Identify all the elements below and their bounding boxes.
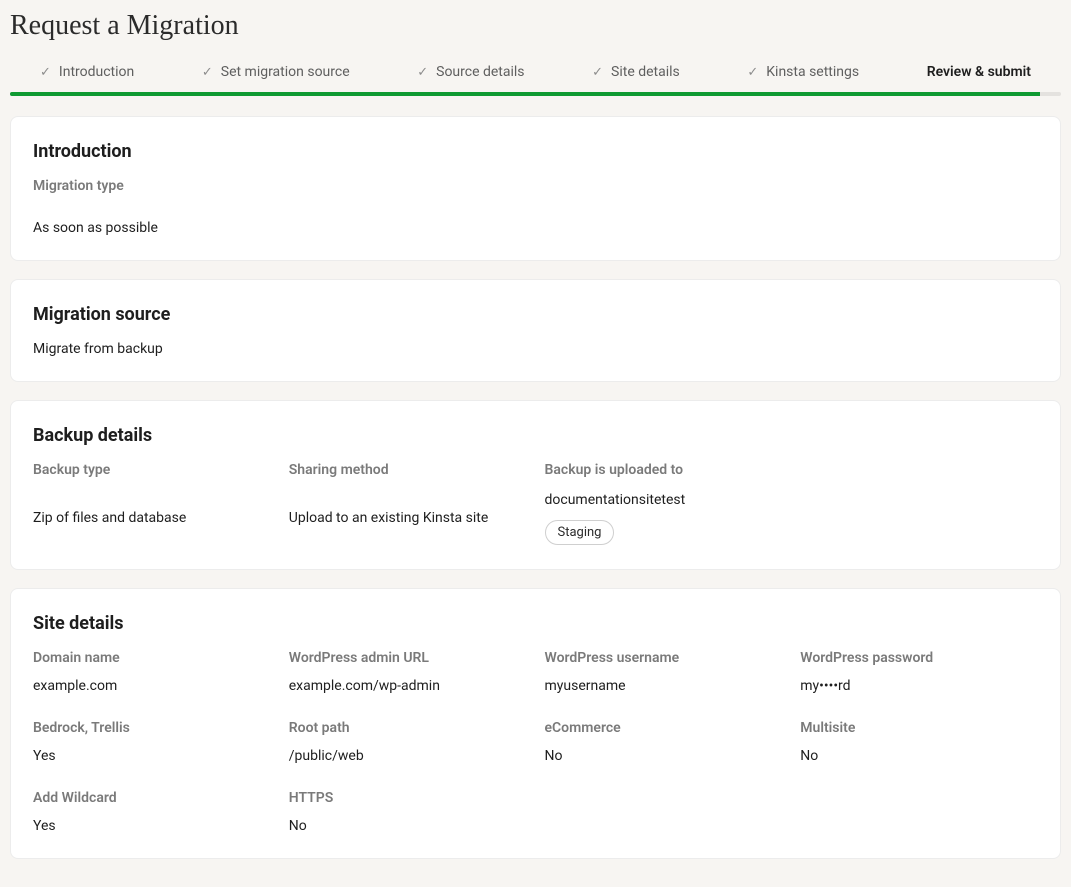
uploaded-to-label: Backup is uploaded to bbox=[545, 462, 783, 478]
step-label: Review & submit bbox=[927, 64, 1031, 80]
backup-type-value: Zip of files and database bbox=[33, 510, 271, 526]
card-site-details: Site details Domain name example.com Wor… bbox=[10, 588, 1061, 859]
wp-username-label: WordPress username bbox=[545, 650, 783, 666]
bedrock-value: Yes bbox=[33, 748, 271, 764]
card-heading: Backup details bbox=[33, 425, 1038, 446]
migration-type-value: As soon as possible bbox=[33, 220, 1038, 236]
progress-track bbox=[10, 92, 1061, 96]
sharing-method-label: Sharing method bbox=[289, 462, 527, 478]
progress-fill bbox=[10, 92, 1040, 96]
step-label: Set migration source bbox=[221, 64, 350, 80]
wildcard-label: Add Wildcard bbox=[33, 790, 271, 806]
sharing-method-value: Upload to an existing Kinsta site bbox=[289, 510, 527, 526]
card-heading: Site details bbox=[33, 613, 1038, 634]
ecommerce-label: eCommerce bbox=[545, 720, 783, 736]
wildcard-value: Yes bbox=[33, 818, 271, 834]
migration-source-value: Migrate from backup bbox=[33, 341, 1038, 357]
wp-password-label: WordPress password bbox=[800, 650, 1038, 666]
step-label: Introduction bbox=[59, 64, 134, 80]
page-title: Request a Migration bbox=[10, 10, 1061, 42]
uploaded-to-value: documentationsitetest bbox=[545, 492, 783, 508]
https-value: No bbox=[289, 818, 527, 834]
card-heading: Migration source bbox=[33, 304, 1038, 325]
ecommerce-value: No bbox=[545, 748, 783, 764]
card-introduction: Introduction Migration type As soon as p… bbox=[10, 116, 1061, 261]
https-label: HTTPS bbox=[289, 790, 527, 806]
admin-url-value: example.com/wp-admin bbox=[289, 678, 527, 694]
card-migration-source: Migration source Migrate from backup bbox=[10, 279, 1061, 382]
admin-url-label: WordPress admin URL bbox=[289, 650, 527, 666]
check-icon: ✓ bbox=[747, 65, 758, 80]
multisite-value: No bbox=[800, 748, 1038, 764]
backup-type-label: Backup type bbox=[33, 462, 271, 478]
root-path-value: /public/web bbox=[289, 748, 527, 764]
wp-username-value: myusername bbox=[545, 678, 783, 694]
domain-name-label: Domain name bbox=[33, 650, 271, 666]
step-site-details[interactable]: ✓ Site details bbox=[592, 64, 680, 80]
step-label: Source details bbox=[436, 64, 524, 80]
multisite-label: Multisite bbox=[800, 720, 1038, 736]
bedrock-label: Bedrock, Trellis bbox=[33, 720, 271, 736]
check-icon: ✓ bbox=[40, 65, 51, 80]
migration-type-label: Migration type bbox=[33, 178, 1038, 194]
environment-tag: Staging bbox=[545, 520, 615, 545]
step-source-details[interactable]: ✓ Source details bbox=[417, 64, 524, 80]
step-label: Site details bbox=[611, 64, 680, 80]
wp-password-value: my••••rd bbox=[800, 678, 1038, 694]
check-icon: ✓ bbox=[417, 65, 428, 80]
step-set-migration-source[interactable]: ✓ Set migration source bbox=[202, 64, 350, 80]
step-review-submit[interactable]: Review & submit bbox=[927, 64, 1031, 80]
domain-name-value: example.com bbox=[33, 678, 271, 694]
step-kinsta-settings[interactable]: ✓ Kinsta settings bbox=[747, 64, 859, 80]
card-heading: Introduction bbox=[33, 141, 1038, 162]
card-backup-details: Backup details Backup type Zip of files … bbox=[10, 400, 1061, 570]
root-path-label: Root path bbox=[289, 720, 527, 736]
check-icon: ✓ bbox=[202, 65, 213, 80]
stepper: ✓ Introduction ✓ Set migration source ✓ … bbox=[10, 64, 1061, 92]
step-introduction[interactable]: ✓ Introduction bbox=[40, 64, 134, 80]
check-icon: ✓ bbox=[592, 65, 603, 80]
step-label: Kinsta settings bbox=[766, 64, 859, 80]
